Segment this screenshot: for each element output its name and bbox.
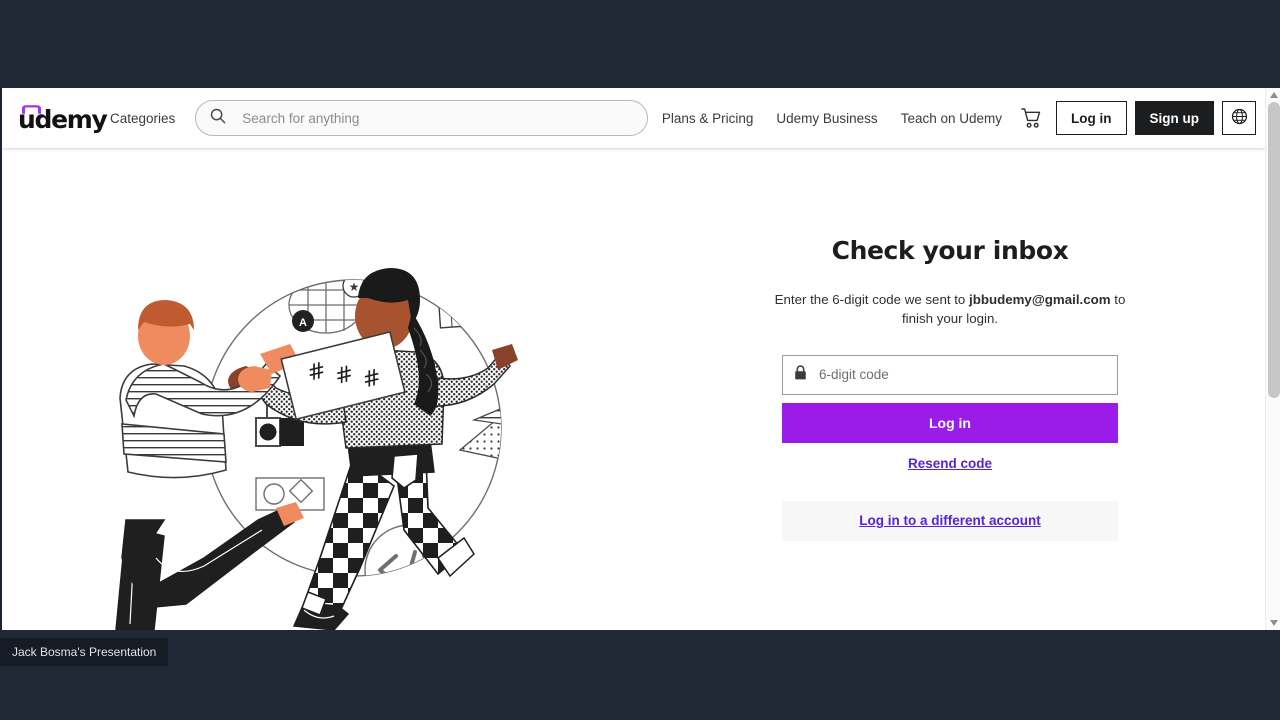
lock-icon xyxy=(794,364,807,385)
globe-icon xyxy=(1231,108,1248,128)
chevron-down-icon[interactable] xyxy=(1266,616,1280,630)
page-title: Check your inbox xyxy=(831,236,1069,265)
two-people-exchanging-code-card-illustration: ★ A # # # xyxy=(115,268,518,630)
browser-viewport: udemy Categories Plans & Pricing Udemy B… xyxy=(0,88,1280,630)
code-input[interactable] xyxy=(817,366,1106,384)
header-login-button[interactable]: Log in xyxy=(1056,101,1127,135)
header-signup-button[interactable]: Sign up xyxy=(1134,101,1214,135)
categories-link[interactable]: Categories xyxy=(108,107,177,130)
recipient-email: jbbudemy@gmail.com xyxy=(969,292,1111,307)
scrollbar-thumb[interactable] xyxy=(1268,102,1280,398)
svg-text:★: ★ xyxy=(349,280,360,294)
search-icon xyxy=(210,108,226,129)
search-bar[interactable] xyxy=(195,100,648,136)
form-subtitle: Enter the 6-digit code we sent to jbbude… xyxy=(770,290,1130,329)
nav-link-teach-on-udemy[interactable]: Teach on Udemy xyxy=(899,107,1004,130)
shopping-cart-icon[interactable] xyxy=(1018,104,1044,132)
search-box[interactable] xyxy=(195,100,648,136)
login-different-account-link[interactable]: Log in to a different account xyxy=(859,513,1041,528)
page-content: ★ A # # # Check your inbox Enter the 6-d… xyxy=(2,148,1266,630)
page-scrollbar[interactable] xyxy=(1265,88,1280,630)
taskbar-item-presentation[interactable]: Jack Bosma's Presentation xyxy=(0,638,169,666)
header-nav: Plans & Pricing Udemy Business Teach on … xyxy=(660,107,1004,130)
illustration-column: ★ A # # # xyxy=(2,148,634,630)
chevron-up-icon[interactable] xyxy=(1266,88,1280,102)
login-form-column: Check your inbox Enter the 6-digit code … xyxy=(634,148,1266,541)
search-input[interactable] xyxy=(240,109,633,127)
udemy-logo[interactable]: udemy xyxy=(18,101,108,135)
taskbar: Jack Bosma's Presentation xyxy=(0,630,1280,720)
login-submit-button[interactable]: Log in xyxy=(782,402,1118,443)
code-input-field[interactable] xyxy=(782,354,1118,395)
subtitle-prefix: Enter the 6-digit code we sent to xyxy=(774,292,970,307)
site-header: udemy Categories Plans & Pricing Udemy B… xyxy=(2,88,1266,148)
language-selector-button[interactable] xyxy=(1222,101,1256,135)
nav-link-plans-pricing[interactable]: Plans & Pricing xyxy=(660,107,756,130)
resend-code-link[interactable]: Resend code xyxy=(908,456,992,471)
udemy-logo-text: udemy xyxy=(18,105,108,134)
alternate-account-box: Log in to a different account xyxy=(782,500,1118,541)
svg-text:A: A xyxy=(299,317,307,329)
nav-link-udemy-business[interactable]: Udemy Business xyxy=(774,107,879,130)
